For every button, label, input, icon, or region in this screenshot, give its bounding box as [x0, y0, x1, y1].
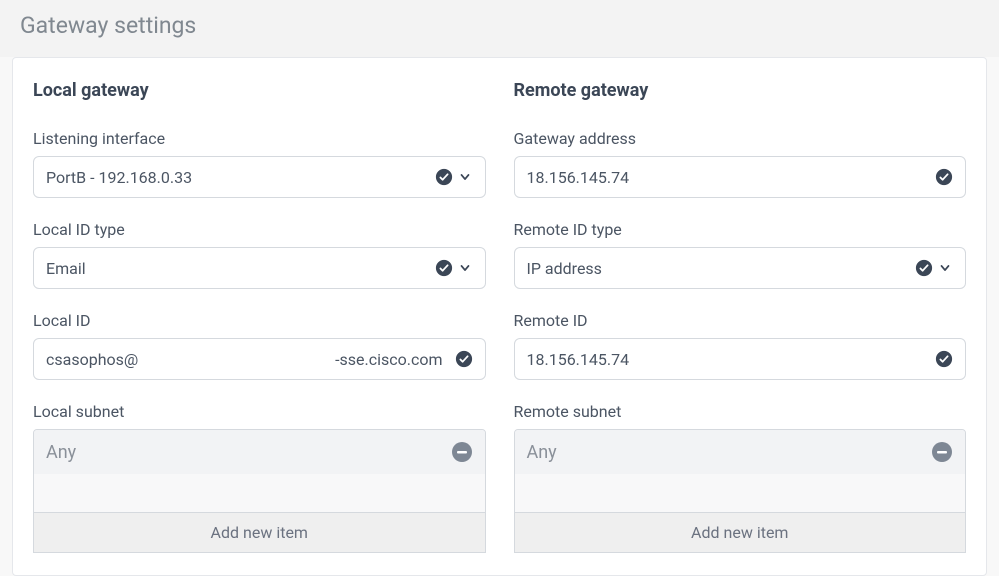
listening-interface-select[interactable]: PortB - 192.168.0.33	[33, 156, 486, 198]
remote-id-field: Remote ID 18.156.145.74	[514, 311, 967, 380]
local-id-input[interactable]: csasophos@ -sse.cisco.com	[33, 338, 486, 380]
gateway-columns: Local gateway Listening interface PortB …	[33, 80, 966, 553]
remote-subnet-item-text: Any	[527, 442, 932, 463]
local-subnet-add-label: Add new item	[211, 523, 308, 542]
local-subnet-box: Any	[33, 429, 486, 513]
remote-subnet-item: Any	[515, 430, 966, 474]
chevron-down-icon	[457, 260, 473, 276]
remote-subnet-field: Remote subnet Any Add new item	[514, 402, 967, 553]
local-id-type-field: Local ID type Email	[33, 220, 486, 289]
remote-id-label: Remote ID	[514, 311, 967, 330]
gateway-settings-panel: Local gateway Listening interface PortB …	[12, 57, 987, 576]
remote-id-type-value: IP address	[527, 259, 916, 278]
local-subnet-field: Local subnet Any Add new item	[33, 402, 486, 553]
remove-icon[interactable]	[451, 441, 473, 463]
check-circle-icon	[435, 168, 453, 186]
remote-subnet-box: Any	[514, 429, 967, 513]
check-circle-icon	[935, 350, 953, 368]
local-subnet-label: Local subnet	[33, 402, 486, 421]
remote-id-input[interactable]: 18.156.145.74	[514, 338, 967, 380]
local-id-field: Local ID csasophos@ -sse.cisco.com	[33, 311, 486, 380]
remote-subnet-spacer	[515, 474, 966, 512]
check-circle-icon	[915, 259, 933, 277]
remote-id-value: 18.156.145.74	[527, 350, 936, 369]
local-subnet-item-text: Any	[46, 442, 451, 463]
gateway-address-label: Gateway address	[514, 129, 967, 148]
remote-id-type-select[interactable]: IP address	[514, 247, 967, 289]
listening-interface-value: PortB - 192.168.0.33	[46, 168, 435, 187]
remote-subnet-add-label: Add new item	[691, 523, 788, 542]
listening-interface-label: Listening interface	[33, 129, 486, 148]
local-gateway-column: Local gateway Listening interface PortB …	[33, 80, 486, 553]
chevron-down-icon	[937, 260, 953, 276]
remote-id-type-field: Remote ID type IP address	[514, 220, 967, 289]
local-subnet-item: Any	[34, 430, 485, 474]
page-header: Gateway settings	[0, 0, 999, 57]
local-gateway-heading: Local gateway	[33, 80, 486, 101]
gateway-address-input[interactable]: 18.156.145.74	[514, 156, 967, 198]
gateway-address-field: Gateway address 18.156.145.74	[514, 129, 967, 198]
remote-gateway-column: Remote gateway Gateway address 18.156.14…	[514, 80, 967, 553]
local-id-label: Local ID	[33, 311, 486, 330]
remote-gateway-heading: Remote gateway	[514, 80, 967, 101]
local-subnet-add-button[interactable]: Add new item	[33, 513, 486, 553]
check-circle-icon	[435, 259, 453, 277]
check-circle-icon	[455, 350, 473, 368]
gateway-address-value: 18.156.145.74	[527, 168, 936, 187]
local-id-value-right: -sse.cisco.com	[335, 350, 442, 369]
remove-icon[interactable]	[931, 441, 953, 463]
local-id-value-left: csasophos@	[46, 350, 138, 369]
local-id-type-select[interactable]: Email	[33, 247, 486, 289]
listening-interface-field: Listening interface PortB - 192.168.0.33	[33, 129, 486, 198]
local-id-type-value: Email	[46, 259, 435, 278]
check-circle-icon	[935, 168, 953, 186]
local-id-type-label: Local ID type	[33, 220, 486, 239]
page-title: Gateway settings	[20, 12, 979, 39]
local-subnet-spacer	[34, 474, 485, 512]
chevron-down-icon	[457, 169, 473, 185]
remote-subnet-add-button[interactable]: Add new item	[514, 513, 967, 553]
remote-subnet-label: Remote subnet	[514, 402, 967, 421]
remote-id-type-label: Remote ID type	[514, 220, 967, 239]
